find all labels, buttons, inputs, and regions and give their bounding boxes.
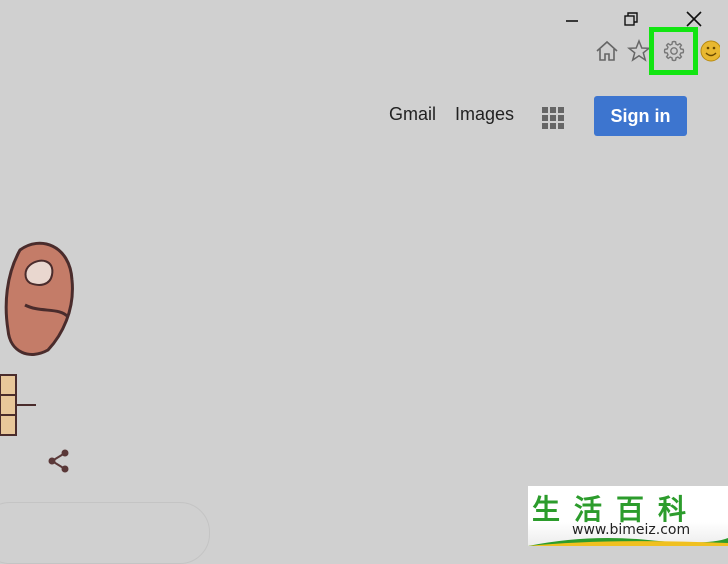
doodle-logo[interactable] xyxy=(0,235,90,445)
images-link[interactable]: Images xyxy=(455,104,514,125)
feedback-button[interactable] xyxy=(698,38,720,64)
smiley-icon xyxy=(700,40,720,62)
share-button[interactable] xyxy=(46,448,72,479)
restore-button[interactable] xyxy=(620,8,642,30)
gmail-link[interactable]: Gmail xyxy=(389,104,436,125)
close-icon xyxy=(686,11,702,27)
minimize-icon xyxy=(566,20,578,22)
search-input[interactable] xyxy=(0,502,210,564)
sign-in-button[interactable]: Sign in xyxy=(594,96,687,136)
restore-icon xyxy=(624,12,638,26)
watermark-logo: 生活百科 www.bimeiz.com xyxy=(528,486,728,546)
minimize-button[interactable] xyxy=(561,8,583,30)
apps-button[interactable] xyxy=(541,106,565,135)
home-button[interactable] xyxy=(594,38,620,64)
share-icon xyxy=(48,449,69,473)
star-icon xyxy=(627,39,651,62)
watermark-stripe xyxy=(528,538,728,546)
gear-icon xyxy=(663,40,685,62)
apps-grid-icon xyxy=(542,107,564,129)
home-icon xyxy=(596,40,618,61)
settings-button[interactable] xyxy=(661,38,687,64)
